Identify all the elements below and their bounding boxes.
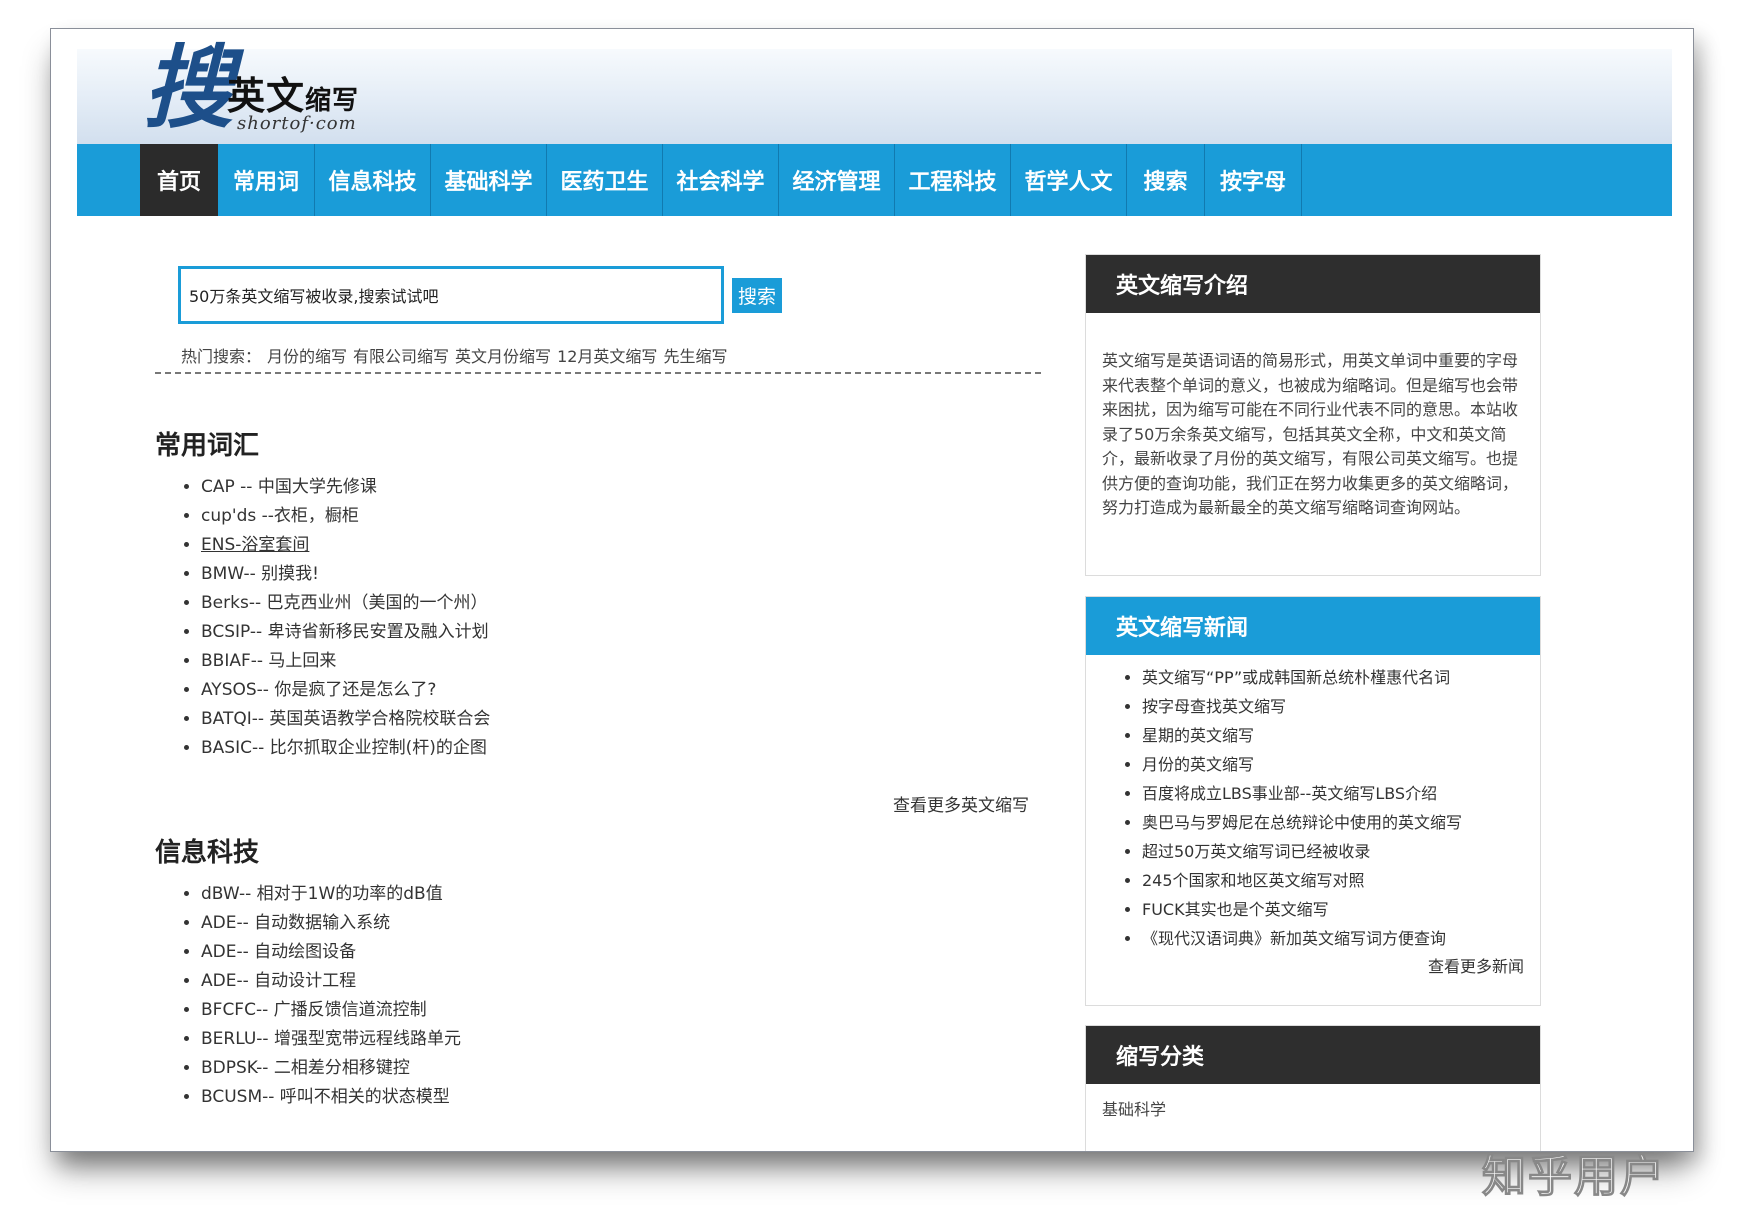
search-button[interactable]: 搜索 (732, 278, 782, 313)
hot-searches: 热门搜索： 月份的缩写 有限公司缩写 英文月份缩写 12月英文缩写 先生缩写 (181, 343, 733, 367)
list-item[interactable]: ADE-- 自动绘图设备 (201, 938, 461, 967)
list-item[interactable]: BCUSM-- 呼叫不相关的状态模型 (201, 1083, 461, 1112)
news-item[interactable]: 百度将成立LBS事业部--英文缩写LBS介绍 (1142, 779, 1540, 808)
hot-searches-label: 热门搜索： (181, 347, 262, 366)
nav-item-it[interactable]: 信息科技 (315, 144, 431, 216)
list-item[interactable]: ADE-- 自动设计工程 (201, 967, 461, 996)
more-abbreviations-link[interactable]: 查看更多英文缩写 (893, 791, 1029, 816)
site-logo[interactable]: 搜 英文缩写 shortof·com (137, 43, 377, 149)
hot-search-link[interactable]: 12月英文缩写 (557, 347, 657, 366)
it-words-list: dBW-- 相对于1W的功率的dB值 ADE-- 自动数据输入系统 ADE-- … (155, 880, 461, 1112)
categories-panel-title: 缩写分类 (1086, 1026, 1540, 1084)
intro-panel-title: 英文缩写介绍 (1086, 255, 1540, 313)
news-panel-title: 英文缩写新闻 (1086, 597, 1540, 655)
categories-panel: 缩写分类 基础科学 (1085, 1025, 1541, 1151)
nav-item-basic-science[interactable]: 基础科学 (431, 144, 547, 216)
news-item[interactable]: 奥巴马与罗姆尼在总统辩论中使用的英文缩写 (1142, 808, 1540, 837)
list-item[interactable]: BASIC-- 比尔抓取企业控制(杆)的企图 (201, 734, 490, 763)
list-item[interactable]: Berks-- 巴克西业州（美国的一个州） (201, 589, 490, 618)
nav-item-engineering[interactable]: 工程科技 (895, 144, 1011, 216)
list-item[interactable]: ENS-浴室套间 (201, 531, 490, 560)
nav-item-philosophy[interactable]: 哲学人文 (1011, 144, 1127, 216)
list-item[interactable]: cup'ds --衣柜，橱柜 (201, 502, 490, 531)
logo-mark: 搜 (143, 35, 233, 141)
divider (155, 372, 1041, 374)
list-item[interactable]: BBIAF-- 马上回来 (201, 647, 490, 676)
news-item[interactable]: 星期的英文缩写 (1142, 721, 1540, 750)
news-panel: 英文缩写新闻 英文缩写“PP”或成韩国新总统朴槿惠代名词 按字母查找英文缩写 星… (1085, 596, 1541, 1006)
news-list: 英文缩写“PP”或成韩国新总统朴槿惠代名词 按字母查找英文缩写 星期的英文缩写 … (1086, 663, 1540, 953)
list-item[interactable]: BATQI-- 英国英语教学合格院校联合会 (201, 705, 490, 734)
list-item[interactable]: CAP -- 中国大学先修课 (201, 473, 490, 502)
logo-subtitle: shortof·com (237, 113, 357, 134)
list-item[interactable]: BERLU-- 增强型宽带远程线路单元 (201, 1025, 461, 1054)
news-item[interactable]: 英文缩写“PP”或成韩国新总统朴槿惠代名词 (1142, 663, 1540, 692)
list-item[interactable]: BCSIP-- 卑诗省新移民安置及融入计划 (201, 618, 490, 647)
list-item[interactable]: BMW-- 别摸我! (201, 560, 490, 589)
intro-text: 英文缩写是英语词语的简易形式，用英文单词中重要的字母来代表整个单词的意义，也被成… (1102, 351, 1519, 517)
hot-search-link[interactable]: 有限公司缩写 (353, 347, 449, 366)
intro-panel: 英文缩写介绍 英文缩写是英语词语的简易形式，用英文单词中重要的字母来代表整个单词… (1085, 254, 1541, 576)
list-item[interactable]: BDPSK-- 二相差分相移键控 (201, 1054, 461, 1083)
main-nav: 首页 常用词 信息科技 基础科学 医药卫生 社会科学 经济管理 工程科技 哲学人… (77, 144, 1672, 216)
news-item[interactable]: 按字母查找英文缩写 (1142, 692, 1540, 721)
list-item[interactable]: dBW-- 相对于1W的功率的dB值 (201, 880, 461, 909)
news-item[interactable]: 《现代汉语词典》新加英文缩写词方便查询 (1142, 924, 1540, 953)
nav-item-social-science[interactable]: 社会科学 (663, 144, 779, 216)
nav-item-search[interactable]: 搜索 (1127, 144, 1205, 216)
hot-search-link[interactable]: 先生缩写 (663, 347, 727, 366)
news-item[interactable]: 月份的英文缩写 (1142, 750, 1540, 779)
section-title-common: 常用词汇 (155, 431, 260, 461)
hot-search-link[interactable]: 英文月份缩写 (455, 347, 551, 366)
list-item[interactable]: BFCFC-- 广播反馈信道流控制 (201, 996, 461, 1025)
section-title-it: 信息科技 (155, 838, 260, 868)
logo-title: 英文缩写 (227, 74, 360, 118)
news-item[interactable]: 245个国家和地区英文缩写对照 (1142, 866, 1540, 895)
more-news-link[interactable]: 查看更多新闻 (1086, 953, 1540, 981)
nav-item-alphabet[interactable]: 按字母 (1205, 144, 1302, 216)
site-header: 搜 英文缩写 shortof·com (77, 43, 1672, 144)
list-item[interactable]: AYSOS-- 你是疯了还是怎么了? (201, 676, 490, 705)
news-item[interactable]: FUCK其实也是个英文缩写 (1142, 895, 1540, 924)
list-item[interactable]: ADE-- 自动数据输入系统 (201, 909, 461, 938)
nav-item-common[interactable]: 常用词 (218, 144, 315, 216)
watermark: 知乎用户 (1481, 1150, 1666, 1202)
browser-frame: 搜 英文缩写 shortof·com 首页 常用词 信息科技 基础科学 医药卫生… (50, 28, 1694, 1152)
nav-item-home[interactable]: 首页 (140, 144, 218, 216)
search-input[interactable] (178, 266, 724, 324)
common-words-list: CAP -- 中国大学先修课 cup'ds --衣柜，橱柜 ENS-浴室套间 B… (155, 473, 490, 763)
nav-item-medicine[interactable]: 医药卫生 (547, 144, 663, 216)
nav-item-economics[interactable]: 经济管理 (779, 144, 895, 216)
hot-search-link[interactable]: 月份的缩写 (267, 347, 347, 366)
news-item[interactable]: 超过50万英文缩写词已经被收录 (1142, 837, 1540, 866)
category-item[interactable]: 基础科学 (1086, 1084, 1540, 1123)
